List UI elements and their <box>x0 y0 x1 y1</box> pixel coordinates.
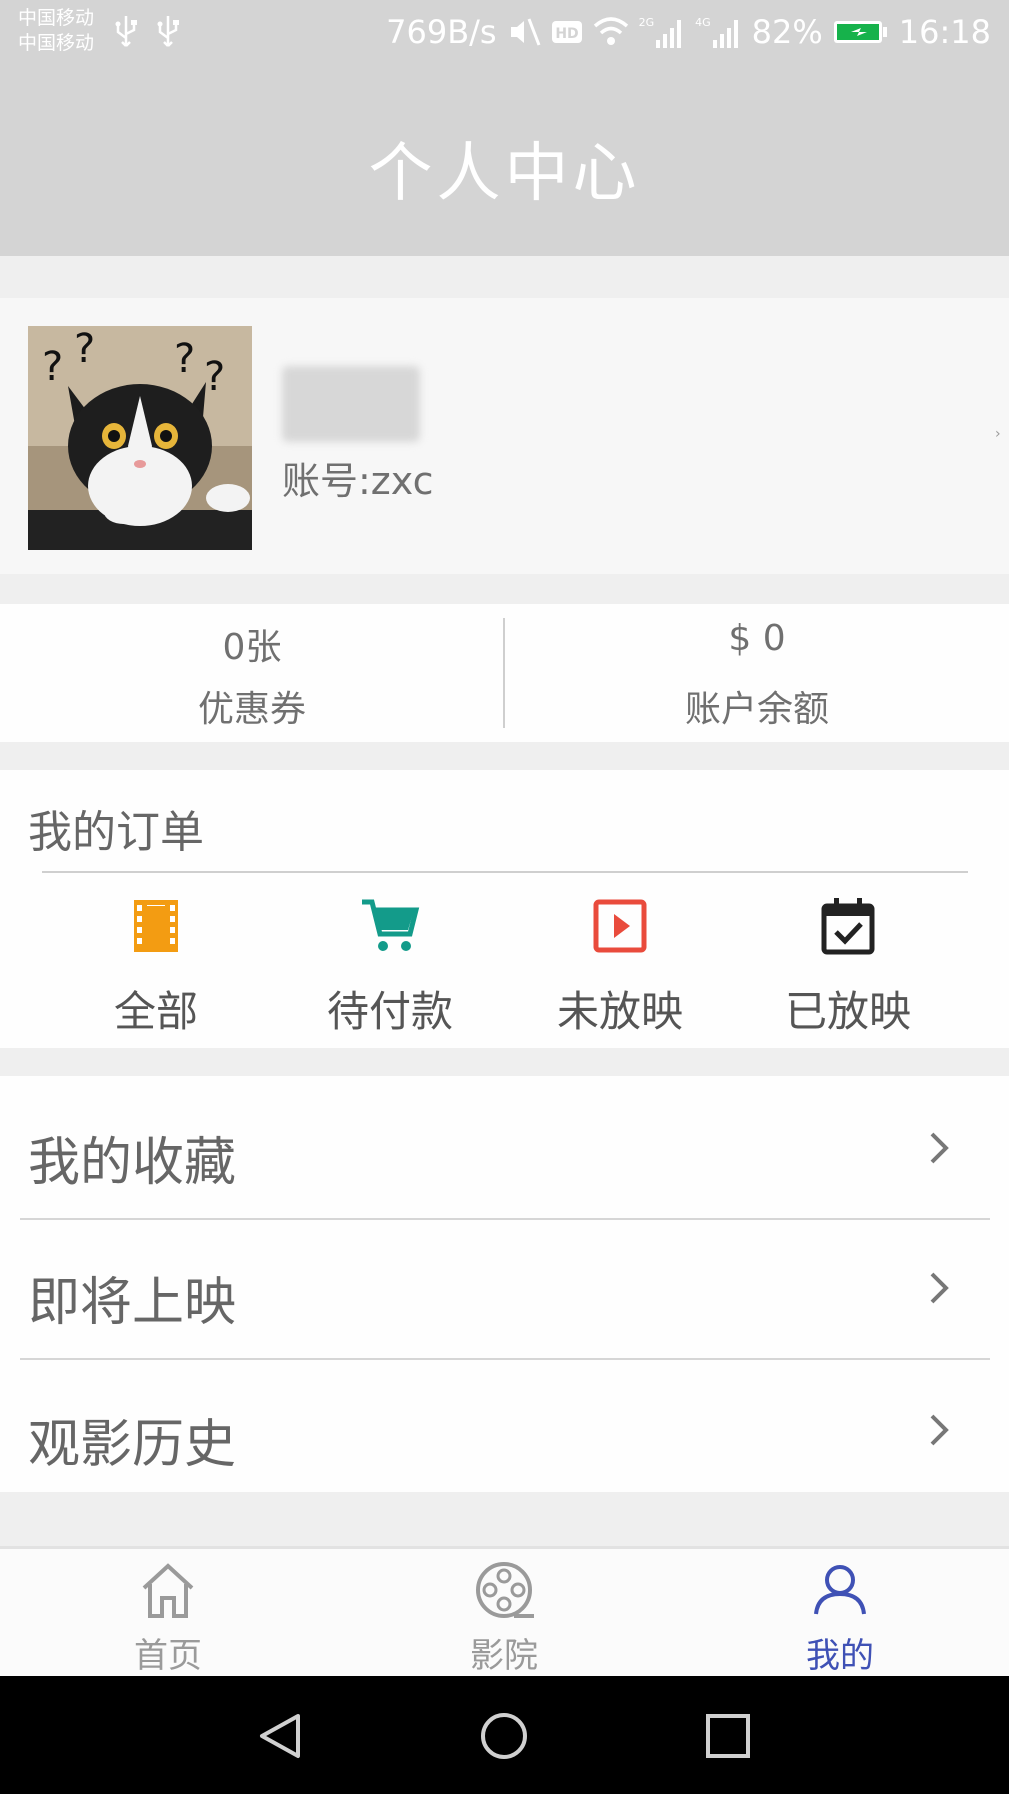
usb-icon <box>115 16 137 47</box>
chevron-right-icon <box>930 1132 949 1164</box>
nickname-blurred <box>282 366 420 442</box>
coupon-stat[interactable]: 0张 优惠券 <box>0 604 504 742</box>
recents-icon[interactable] <box>702 1710 754 1762</box>
balance-value: $ 0 <box>728 618 786 659</box>
play-icon <box>593 899 647 953</box>
order-unpaid-button[interactable]: 待付款 <box>270 888 510 1038</box>
status-right: 769B/s HD 2G 4G 82% 16:18 <box>386 12 991 52</box>
tab-home-label: 首页 <box>134 1636 202 1676</box>
user-icon <box>814 1565 866 1615</box>
menu-coming-soon[interactable]: 即将上映 <box>0 1220 1009 1358</box>
calendar-check-icon <box>821 898 875 955</box>
battery-percent: 82% <box>751 13 823 51</box>
signal-icon <box>656 20 682 48</box>
order-upcoming-button[interactable]: 未放映 <box>500 888 740 1038</box>
mute-icon <box>510 18 540 46</box>
balance-label: 账户余额 <box>684 689 829 730</box>
tab-mine-label: 我的 <box>806 1636 874 1676</box>
svg-text:HD: HD <box>555 26 578 42</box>
net-speed: 769B/s <box>386 13 497 51</box>
tab-home[interactable]: 首页 <box>0 1556 336 1676</box>
page-title: 个人中心 <box>368 137 641 211</box>
avatar[interactable]: ? ? ? ? <box>28 326 252 550</box>
tab-cinema-label: 影院 <box>470 1636 538 1676</box>
orders-divider <box>42 871 968 873</box>
order-all-button[interactable]: 全部 <box>36 888 276 1038</box>
usb-icon <box>157 16 179 47</box>
network-2g: 2G <box>638 16 655 29</box>
menu-divider <box>20 1358 990 1360</box>
hd-icon: HD <box>551 21 582 43</box>
chevron-right-icon <box>930 1272 949 1304</box>
film-reel-icon <box>476 1562 534 1618</box>
chevron-right-icon[interactable]: › <box>995 426 1001 442</box>
network-4g: 4G <box>695 16 711 29</box>
cart-icon <box>362 899 420 951</box>
order-finished-label: 已放映 <box>784 987 911 1036</box>
cat-avatar-image: ? ? ? ? <box>28 326 252 550</box>
order-all-label: 全部 <box>113 987 198 1036</box>
tab-cinema[interactable]: 影院 <box>336 1556 672 1676</box>
tab-mine[interactable]: 我的 <box>672 1556 1008 1676</box>
signal-icon <box>712 20 738 48</box>
back-icon[interactable] <box>254 1710 306 1762</box>
carrier-1: 中国移动 <box>18 7 95 29</box>
chevron-right-icon <box>930 1414 949 1446</box>
order-unpaid-label: 待付款 <box>326 987 453 1036</box>
home-circle-icon[interactable] <box>478 1710 530 1762</box>
menu-coming-soon-label: 即将上映 <box>28 1273 237 1333</box>
svg-text:?: ? <box>204 354 225 400</box>
battery-charging-icon <box>833 21 887 43</box>
menu-history[interactable]: 观影历史 <box>0 1362 1009 1500</box>
orders-title: 我的订单 <box>28 807 204 858</box>
menu-favorites-label: 我的收藏 <box>28 1133 237 1193</box>
account-label: 账号:zxc <box>282 459 434 503</box>
clock: 16:18 <box>898 13 991 51</box>
order-upcoming-label: 未放映 <box>556 987 683 1036</box>
carrier-info: 中国移动 中国移动 <box>18 6 94 56</box>
home-icon <box>142 1563 194 1618</box>
order-finished-button[interactable]: 已放映 <box>728 888 968 1038</box>
film-icon <box>134 900 178 952</box>
svg-text:?: ? <box>174 336 195 382</box>
menu-favorites[interactable]: 我的收藏 <box>0 1080 1009 1218</box>
coupon-count: 0张 <box>222 627 282 668</box>
wifi-icon <box>593 17 628 45</box>
svg-text:?: ? <box>74 326 95 372</box>
balance-stat[interactable]: $ 0 账户余额 <box>505 604 1009 742</box>
coupon-label: 优惠券 <box>197 689 306 730</box>
carrier-2: 中国移动 <box>18 32 95 54</box>
menu-history-label: 观影历史 <box>28 1415 237 1475</box>
svg-text:?: ? <box>42 344 63 390</box>
